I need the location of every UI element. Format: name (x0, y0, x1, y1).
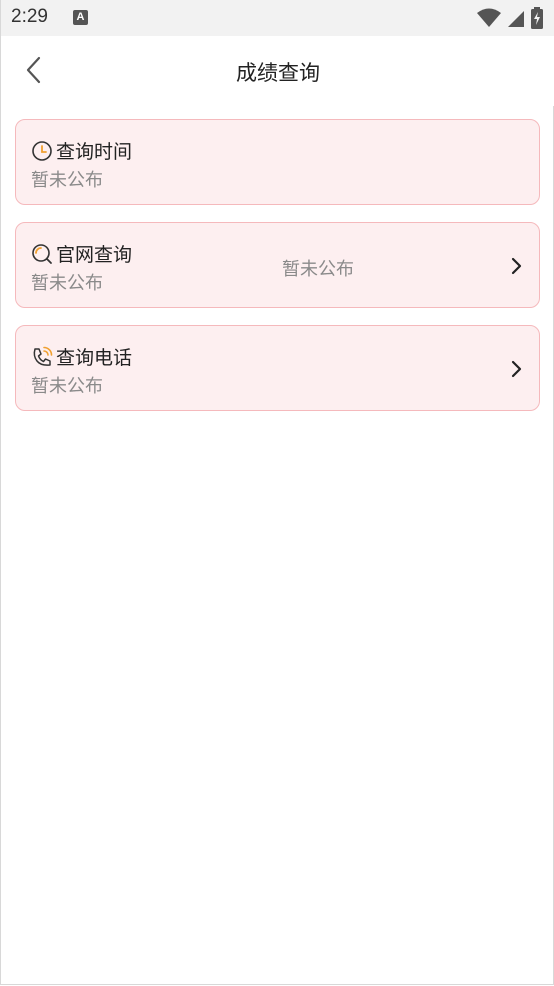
card-title: 查询电话 (56, 347, 133, 369)
card-official-site[interactable]: 官网查询 暂未公布 暂未公布 (15, 222, 540, 308)
wifi-icon (476, 8, 501, 27)
chevron-right-icon (511, 257, 522, 275)
search-icon (32, 244, 52, 264)
clock-icon (32, 141, 52, 161)
card-query-phone[interactable]: 查询电话 暂未公布 (15, 325, 540, 411)
page-title: 成绩查询 (236, 61, 320, 85)
card-query-time: 查询时间 暂未公布 (15, 119, 540, 205)
card-subtitle: 暂未公布 (31, 273, 103, 294)
card-subtitle: 暂未公布 (31, 376, 103, 397)
phone-icon (33, 346, 53, 366)
card-subtitle: 暂未公布 (31, 170, 103, 191)
battery-charging-icon (531, 7, 543, 29)
card-title: 查询时间 (56, 141, 133, 163)
card-title: 官网查询 (56, 244, 133, 266)
app-frame: 2:29 A 成绩查询 查询时间 暂未公布 官网查询 暂未公布 暂未公布 查询电… (0, 0, 554, 985)
app-bar: 成绩查询 (1, 36, 554, 106)
status-icons (476, 7, 545, 29)
status-time: 2:29 (11, 6, 48, 27)
cell-signal-icon (507, 11, 524, 27)
chevron-right-icon (511, 360, 522, 378)
status-bar: 2:29 A (1, 0, 554, 36)
notification-badge-icon: A (73, 10, 88, 25)
card-middle-text: 暂未公布 (282, 259, 354, 280)
